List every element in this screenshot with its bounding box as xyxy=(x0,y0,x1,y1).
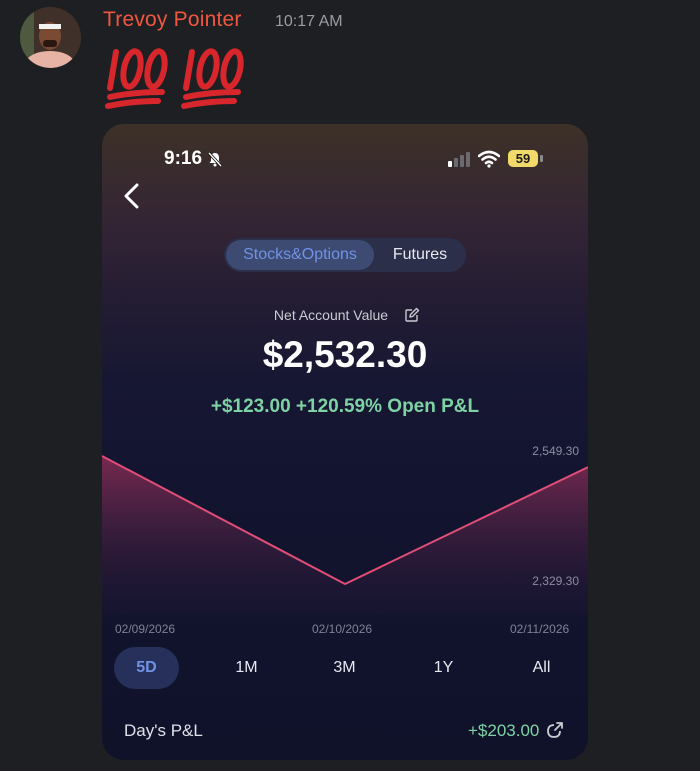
x-axis-label-mid: 02/10/2026 xyxy=(312,622,373,636)
range-button-5d[interactable]: 5D xyxy=(114,647,179,689)
battery-icon: 59 xyxy=(508,150,538,167)
battery-nub xyxy=(540,155,543,162)
tab-futures[interactable]: Futures xyxy=(380,240,460,270)
y-axis-max-label: 2,549.30 xyxy=(532,444,579,458)
back-chevron-icon[interactable] xyxy=(120,182,144,210)
account-value-chart[interactable] xyxy=(102,444,588,614)
user-avatar[interactable] xyxy=(20,7,81,68)
days-pl-value: +$203.00 xyxy=(468,721,540,740)
range-button-1m[interactable]: 1M xyxy=(214,647,279,689)
range-button-3m[interactable]: 3M xyxy=(312,647,377,689)
status-time: 9:16 xyxy=(164,148,203,169)
y-axis-min-label: 2,329.30 xyxy=(532,574,579,588)
message-author[interactable]: Trevoy Pointer xyxy=(103,8,242,32)
x-axis-label-start: 02/09/2026 xyxy=(115,622,176,636)
net-account-value: $2,532.30 xyxy=(262,334,428,375)
open-pl: +$123.00 +120.59% Open P&L xyxy=(210,396,480,417)
attached-screenshot[interactable]: 9:16 59 Stocks&Options Futures Net Accou… xyxy=(102,124,588,760)
signal-icon xyxy=(448,152,470,167)
tab-stocks-options[interactable]: Stocks&Options xyxy=(226,240,374,270)
external-link-icon[interactable] xyxy=(545,720,565,740)
net-account-label: Net Account Value xyxy=(273,307,389,323)
hundred-points-icon xyxy=(180,44,250,114)
days-pl-label: Day's P&L xyxy=(124,721,203,740)
message-timestamp: 10:17 AM xyxy=(275,13,343,30)
range-button-1y[interactable]: 1Y xyxy=(411,647,476,689)
hundred-points-icon xyxy=(104,44,174,114)
chart-area-fill xyxy=(102,456,588,614)
range-button-all[interactable]: All xyxy=(509,647,574,689)
emoji-row xyxy=(104,44,264,114)
edit-icon[interactable] xyxy=(404,307,420,323)
wifi-icon xyxy=(478,150,500,168)
x-axis-label-end: 02/11/2026 xyxy=(510,622,570,636)
account-type-toggle: Stocks&Options Futures xyxy=(224,238,466,272)
bell-muted-icon xyxy=(207,151,223,167)
